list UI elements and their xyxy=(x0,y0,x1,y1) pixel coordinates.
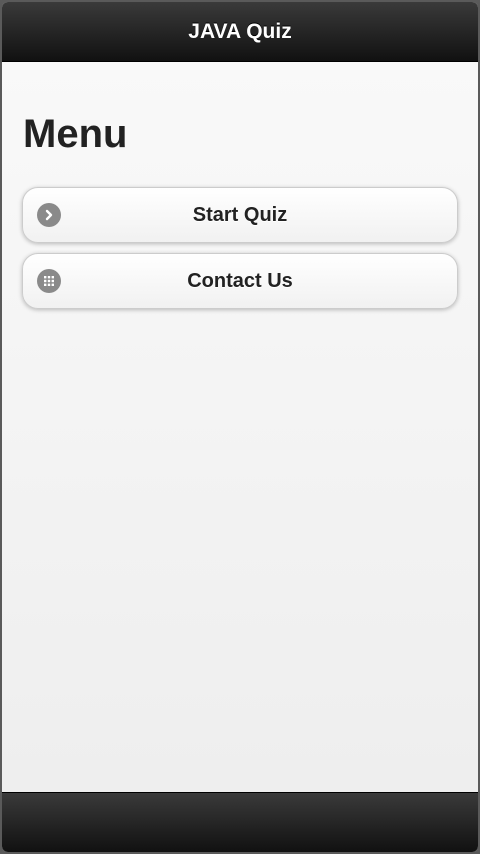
main-content: Menu Start Quiz Contact Us xyxy=(2,62,478,792)
header-bar: JAVA Quiz xyxy=(2,2,478,62)
footer-bar xyxy=(2,792,478,852)
start-quiz-label: Start Quiz xyxy=(192,203,288,226)
app-title: JAVA Quiz xyxy=(188,19,292,43)
contact-us-button[interactable]: Contact Us xyxy=(22,253,458,309)
contact-us-label: Contact Us xyxy=(187,269,293,292)
arrow-right-icon xyxy=(37,203,61,227)
grid-icon xyxy=(37,269,61,293)
page-title: Menu xyxy=(23,112,128,156)
start-quiz-button[interactable]: Start Quiz xyxy=(22,187,458,243)
app-frame: JAVA Quiz Menu Start Quiz Contact Us xyxy=(2,2,478,852)
